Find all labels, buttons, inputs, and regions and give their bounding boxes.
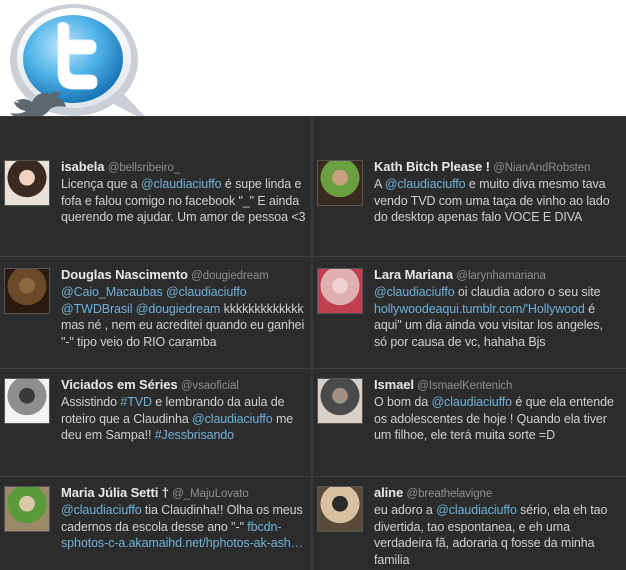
mention-link[interactable]: @Caio_Macaubas [61, 285, 163, 299]
hashtag-link[interactable]: #Jessbrisando [155, 428, 234, 442]
mention-link[interactable]: @claudiaciuffo [192, 412, 273, 426]
user-name[interactable]: Ismael [374, 377, 414, 392]
tweet-text: Kath Bitch Please ! @NianAndRobsten A @cl… [374, 159, 618, 226]
avatar[interactable] [4, 378, 50, 424]
user-handle[interactable]: @IsmaelKentenich [417, 380, 512, 392]
tweet-text: aline @breathelavigne eu adoro a @claudia… [374, 485, 618, 568]
mention-link[interactable]: @TWDBrasil [61, 302, 133, 316]
avatar[interactable] [317, 268, 363, 314]
user-name[interactable]: Lara Mariana [374, 267, 453, 282]
tweet-body: Licença que a @claudiaciuffo é supe lind… [61, 176, 307, 225]
user-handle[interactable]: @bellsribeiro_ [108, 162, 180, 174]
row-divider [0, 116, 626, 117]
avatar[interactable] [4, 160, 50, 206]
tweet-body: @claudiaciuffo oi claudia adoro o seu si… [374, 284, 618, 350]
tweet-text: Lara Mariana @larynhamariana @claudiaciuf… [374, 267, 618, 350]
user-handle[interactable]: @breathelavigne [407, 488, 493, 500]
row-divider [313, 256, 626, 257]
hashtag-link[interactable]: #TVD [120, 395, 152, 409]
row-divider [313, 476, 626, 477]
avatar[interactable] [317, 378, 363, 424]
row-divider [0, 476, 311, 477]
row-divider [0, 256, 311, 257]
mention-link[interactable]: @claudiaciuffo [374, 285, 455, 299]
mention-link[interactable]: @claudiaciuffo [385, 177, 466, 191]
url-link[interactable]: hollywoodeaqui.tumblr.com/'Hollywood [374, 302, 585, 316]
user-handle[interactable]: @_MajuLovato [172, 488, 248, 500]
mention-link[interactable]: @dougiedream [136, 302, 221, 316]
user-name[interactable]: aline [374, 485, 403, 500]
user-handle[interactable]: @dougiedream [191, 270, 269, 282]
user-handle[interactable]: @NianAndRobsten [493, 162, 590, 174]
user-name[interactable]: Viciados em Séries [61, 377, 178, 392]
tweet-text-segment: Assistindo [61, 395, 121, 410]
tweet-text: Douglas Nascimento @dougiedream @Caio_Mac… [61, 267, 307, 350]
avatar[interactable] [4, 486, 50, 532]
tweet-body: @claudiaciuffo tia Claudinha!! Olha os m… [61, 502, 307, 551]
tweet-text: Maria Júlia Setti † @_MajuLovato @claudia… [61, 485, 307, 552]
tweet-text-segment: A [374, 177, 385, 192]
mention-link[interactable]: @claudiaciuffo [166, 285, 247, 299]
row-divider [0, 368, 311, 369]
tweet-text-segment: O bom da [374, 395, 432, 410]
mention-link[interactable]: @claudiaciuffo [61, 503, 142, 517]
tweet-body: eu adoro a @claudiaciuffo sério, ela eh … [374, 502, 618, 568]
tweet-text-segment: oi claudia adoro o seu site [454, 285, 601, 300]
tweet-text: Viciados em Séries @vsaoficial Assistindo… [61, 377, 307, 444]
tweet-body: O bom da @claudiaciuffo é que ela entend… [374, 394, 618, 443]
mention-link[interactable]: @claudiaciuffo [431, 395, 512, 409]
twitter-bird-bubble-icon [10, 4, 152, 124]
column-divider [311, 116, 313, 570]
mention-link[interactable]: @claudiaciuffo [436, 503, 517, 517]
tweet-body: Assistindo #TVD e lembrando da aula de r… [61, 394, 307, 443]
user-handle[interactable]: @larynhamariana [456, 270, 546, 282]
mention-link[interactable]: @claudiaciuffo [141, 177, 222, 191]
tweet-body: A @claudiaciuffo e muito diva mesmo tava… [374, 176, 618, 225]
tweet-text: isabela @bellsribeiro_ Licença que a @cla… [61, 159, 307, 226]
user-name[interactable]: isabela [61, 159, 104, 174]
tweet-text-segment: eu adoro a [374, 503, 437, 518]
user-name[interactable]: Douglas Nascimento [61, 267, 188, 282]
avatar[interactable] [4, 268, 50, 314]
avatar[interactable] [317, 486, 363, 532]
tweet-body: @Caio_Macaubas @claudiaciuffo @TWDBrasil… [61, 284, 307, 350]
row-divider [313, 368, 626, 369]
tweet-text: Ismael @IsmaelKentenich O bom da @claudia… [374, 377, 618, 444]
user-name[interactable]: Maria Júlia Setti † [61, 485, 169, 500]
tweet-text-segment: Licença que a [61, 177, 141, 192]
twitter-logo [6, 2, 156, 132]
user-name[interactable]: Kath Bitch Please ! [374, 159, 490, 174]
user-handle[interactable]: @vsaoficial [181, 380, 239, 392]
avatar[interactable] [317, 160, 363, 206]
